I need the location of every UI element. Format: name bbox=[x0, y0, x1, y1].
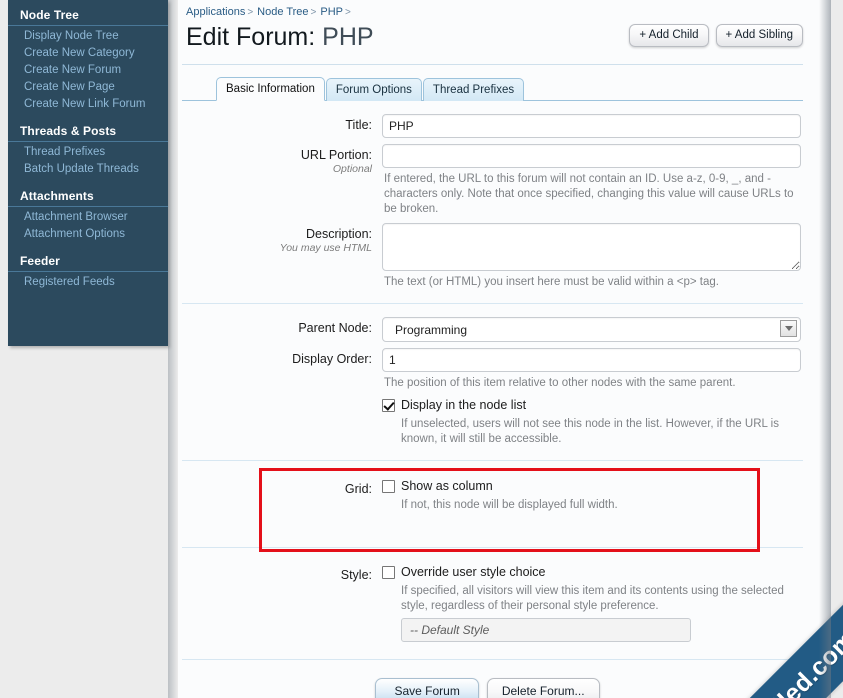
breadcrumb-item-node-tree[interactable]: Node Tree bbox=[257, 6, 308, 18]
description-sub-label: You may use HTML bbox=[279, 242, 372, 254]
breadcrumb-separator-icon: > bbox=[310, 7, 317, 18]
style-label: Style: bbox=[340, 568, 372, 582]
field-row-title: Title: bbox=[182, 111, 803, 141]
breadcrumb: Applications > Node Tree > PHP > bbox=[178, 0, 831, 18]
form-actions: Save Forum Delete Forum... bbox=[178, 670, 803, 698]
sidebar-group-title: Attachments bbox=[8, 184, 168, 207]
title-label: Title: bbox=[345, 118, 372, 132]
field-row-display-order: Display Order: The position of this item… bbox=[182, 345, 803, 394]
chevron-down-icon[interactable] bbox=[780, 320, 797, 337]
sidebar-item-batch-update-threads[interactable]: Batch Update Threads bbox=[8, 161, 168, 178]
sidebar-group-title: Threads & Posts bbox=[8, 119, 168, 142]
sidebar-item-registered-feeds[interactable]: Registered Feeds bbox=[8, 274, 168, 291]
display-in-node-list-hint: If unselected, users will not see this n… bbox=[401, 418, 779, 445]
override-user-style-checkbox[interactable] bbox=[382, 566, 395, 579]
sidebar-item-create-new-link-forum[interactable]: Create New Link Forum bbox=[8, 96, 168, 113]
description-label-text: Description: bbox=[306, 227, 372, 241]
display-order-hint: The position of this item relative to ot… bbox=[384, 377, 736, 389]
description-hint: The text (or HTML) you insert here must … bbox=[384, 276, 719, 288]
style-checkbox-line: Override user style choice bbox=[382, 564, 801, 580]
sidebar-item-attachment-options[interactable]: Attachment Options bbox=[8, 226, 168, 243]
sidebar-group-node-tree: Node Tree Display Node Tree Create New C… bbox=[8, 0, 168, 119]
url-portion-sub-label: Optional bbox=[332, 163, 372, 175]
sidebar-group-title: Node Tree bbox=[8, 0, 168, 26]
parent-node-selected-value: Programming bbox=[395, 323, 468, 337]
tab-thread-prefixes[interactable]: Thread Prefixes bbox=[422, 78, 525, 101]
content-right-shadow bbox=[819, 0, 831, 698]
sidebar-item-display-node-tree[interactable]: Display Node Tree bbox=[8, 28, 168, 45]
admin-sidebar: Node Tree Display Node Tree Create New C… bbox=[8, 0, 168, 346]
field-row-description: Description: You may use HTML The text (… bbox=[182, 220, 803, 293]
field-row-display-in-node-list: Display in the node list If unselected, … bbox=[182, 394, 803, 450]
description-label: Description: You may use HTML bbox=[182, 223, 382, 255]
page-title-prefix: Edit Forum: bbox=[186, 23, 316, 51]
section-divider bbox=[182, 547, 803, 548]
basic-information-form: Title: URL Portion: Optional If entered,… bbox=[182, 101, 803, 698]
style-select[interactable]: -- Default Style bbox=[401, 618, 691, 642]
grid-hint: If not, this node will be displayed full… bbox=[401, 499, 618, 511]
show-as-column-label[interactable]: Show as column bbox=[401, 478, 493, 494]
display-in-node-list-checkbox[interactable] bbox=[382, 399, 395, 412]
sidebar-item-create-new-page[interactable]: Create New Page bbox=[8, 79, 168, 96]
sidebar-group-title: Feeder bbox=[8, 249, 168, 272]
sidebar-group-threads-posts: Threads & Posts Thread Prefixes Batch Up… bbox=[8, 119, 168, 184]
tab-forum-options[interactable]: Forum Options bbox=[325, 78, 422, 101]
breadcrumb-item-applications[interactable]: Applications bbox=[186, 6, 245, 18]
save-forum-button[interactable]: Save Forum bbox=[375, 678, 479, 698]
breadcrumb-separator-icon: > bbox=[247, 7, 254, 18]
page-title-node-name: PHP bbox=[322, 23, 374, 51]
section-divider bbox=[182, 659, 803, 660]
tab-basic-information[interactable]: Basic Information bbox=[216, 77, 325, 101]
main-content: Applications > Node Tree > PHP > Edit Forum: … bbox=[178, 0, 831, 698]
grid-checkbox-line: Show as column bbox=[382, 478, 801, 494]
title-bar: Edit Forum: PHP + Add Child + Add Siblin… bbox=[178, 18, 831, 64]
tab-bar: Basic Information Forum Options Thread P… bbox=[182, 77, 803, 101]
section-divider bbox=[182, 303, 803, 304]
sidebar-item-create-new-category[interactable]: Create New Category bbox=[8, 45, 168, 62]
field-row-style: Style: Override user style choice If spe… bbox=[182, 558, 803, 645]
title-actions: + Add Child + Add Sibling bbox=[629, 24, 803, 47]
title-input[interactable] bbox=[382, 114, 801, 138]
section-divider bbox=[182, 460, 803, 461]
sidebar-group-feeder: Feeder Registered Feeds bbox=[8, 249, 168, 297]
display-in-node-list-checkbox-line: Display in the node list bbox=[382, 397, 801, 413]
add-child-button[interactable]: + Add Child bbox=[629, 24, 709, 47]
sidebar-group-attachments: Attachments Attachment Browser Attachmen… bbox=[8, 184, 168, 249]
style-hint: If specified, all visitors will view thi… bbox=[401, 585, 784, 612]
display-in-node-list-label[interactable]: Display in the node list bbox=[401, 397, 526, 413]
display-in-node-list-spacer bbox=[182, 397, 382, 401]
grid-label: Grid: bbox=[344, 482, 372, 496]
breadcrumb-item-php[interactable]: PHP bbox=[320, 6, 343, 18]
override-user-style-label[interactable]: Override user style choice bbox=[401, 564, 546, 580]
add-sibling-button[interactable]: + Add Sibling bbox=[715, 24, 803, 47]
sidebar-item-attachment-browser[interactable]: Attachment Browser bbox=[8, 209, 168, 226]
sidebar-drop-shadow bbox=[168, 0, 178, 698]
display-order-label: Display Order: bbox=[292, 352, 372, 366]
parent-node-select[interactable]: Programming bbox=[382, 317, 801, 342]
parent-node-label: Parent Node: bbox=[298, 321, 372, 335]
sidebar-item-thread-prefixes[interactable]: Thread Prefixes bbox=[8, 144, 168, 161]
description-textarea[interactable] bbox=[382, 223, 801, 271]
style-select-value: -- Default Style bbox=[410, 623, 490, 637]
url-portion-hint: If entered, the URL to this forum will n… bbox=[384, 173, 794, 215]
breadcrumb-separator-icon: > bbox=[345, 7, 351, 18]
field-row-parent-node: Parent Node: Programming bbox=[182, 314, 803, 345]
url-portion-label: URL Portion: Optional bbox=[182, 144, 382, 176]
page-root: Node Tree Display Node Tree Create New C… bbox=[0, 0, 843, 698]
url-portion-input[interactable] bbox=[382, 144, 801, 168]
show-as-column-checkbox[interactable] bbox=[382, 480, 395, 493]
title-divider bbox=[182, 64, 803, 65]
delete-forum-button[interactable]: Delete Forum... bbox=[486, 678, 600, 698]
field-row-grid: Grid: Show as column If not, this node w… bbox=[182, 471, 803, 537]
field-row-url-portion: URL Portion: Optional If entered, the UR… bbox=[182, 141, 803, 220]
display-order-input[interactable] bbox=[382, 348, 801, 372]
sidebar-item-create-new-forum[interactable]: Create New Forum bbox=[8, 62, 168, 79]
url-portion-label-text: URL Portion: bbox=[300, 148, 372, 162]
